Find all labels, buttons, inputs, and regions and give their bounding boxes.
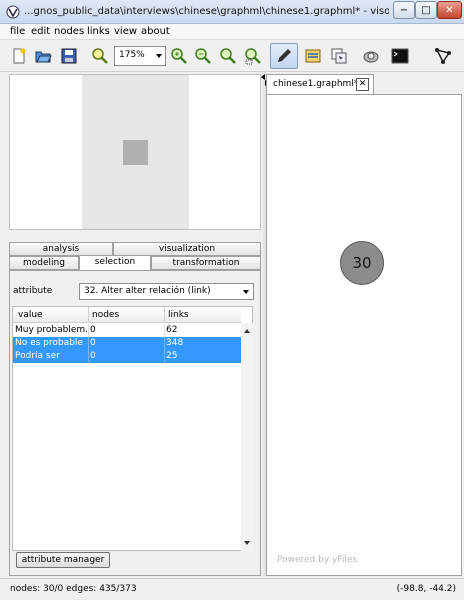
toolbar: 175% xyxy=(0,40,464,72)
network-button[interactable] xyxy=(432,45,454,67)
row-links: 62 xyxy=(166,325,178,335)
row-nodes: 0 xyxy=(90,351,96,361)
menu-bar: file edit nodes links view about xyxy=(0,24,464,40)
minimize-button[interactable]: − xyxy=(393,1,415,19)
layout-button[interactable] xyxy=(328,45,350,67)
graph-canvas[interactable]: 30 Powered by yFiles xyxy=(266,94,462,576)
column-header-value[interactable]: value xyxy=(18,310,43,320)
zoom-level-value: 175% xyxy=(119,50,145,60)
graph-node[interactable]: 30 xyxy=(340,241,384,285)
title-bar: ...gnos_public_data\interviews\chinese\g… xyxy=(0,0,464,24)
zoom-in-button[interactable] xyxy=(168,45,190,67)
zoom-in-icon xyxy=(171,48,187,64)
column-header-nodes[interactable]: nodes xyxy=(92,310,119,320)
document-tab-label: chinese1.graphml* xyxy=(273,79,359,89)
row-links: 25 xyxy=(166,351,178,361)
menu-view[interactable]: view xyxy=(114,26,137,37)
yfiles-watermark: Powered by yFiles xyxy=(277,555,358,565)
zoom-fit-icon xyxy=(92,48,108,64)
tab-selection[interactable]: selection xyxy=(79,255,151,270)
attribute-select[interactable]: 32. Alter alter relación (link) xyxy=(79,283,254,300)
layout-icon xyxy=(331,48,347,64)
properties-icon xyxy=(305,49,321,63)
row-nodes: 0 xyxy=(90,325,96,335)
zoom-out-icon xyxy=(195,48,211,64)
scroll-up-icon[interactable] xyxy=(244,329,250,333)
attribute-select-value: 32. Alter alter relación (link) xyxy=(84,286,211,296)
attribute-label: attribute xyxy=(13,286,53,296)
inspect-icon xyxy=(363,51,379,63)
scroll-down-icon[interactable] xyxy=(244,541,250,545)
menu-about[interactable]: about xyxy=(141,26,170,37)
graph-overview[interactable] xyxy=(9,74,261,230)
tab-transformation[interactable]: transformation xyxy=(151,256,261,270)
zoom-fit-button[interactable] xyxy=(89,45,111,67)
zoom-selection-icon xyxy=(245,48,261,65)
close-tab-button[interactable]: ✕ xyxy=(356,78,369,91)
pencil-icon xyxy=(278,49,291,62)
zoom-level-select[interactable]: 175% xyxy=(114,46,166,66)
inspect-button[interactable] xyxy=(360,45,382,67)
table-row[interactable]: No es probable 0 348 xyxy=(13,337,241,350)
document-tab[interactable]: chinese1.graphml* ✕ xyxy=(266,74,374,94)
zoom-reset-button[interactable] xyxy=(217,45,239,67)
open-folder-icon xyxy=(35,51,52,63)
table-header: value nodes links xyxy=(13,307,241,323)
status-coordinates: (-98.8, -44.2) xyxy=(396,584,456,594)
pencil-tool-button[interactable] xyxy=(270,43,298,69)
close-window-button[interactable]: ✕ xyxy=(437,1,462,19)
open-button[interactable] xyxy=(32,45,54,67)
maximize-button[interactable]: □ xyxy=(415,1,437,19)
attribute-manager-button[interactable]: attribute manager xyxy=(16,552,110,568)
column-header-links[interactable]: links xyxy=(168,310,189,320)
menu-edit[interactable]: edit xyxy=(31,26,50,37)
analysis-tabs: analysis visualization modeling selectio… xyxy=(9,242,261,270)
table-row[interactable]: Podría ser 0 25 xyxy=(13,350,241,363)
zoom-reset-icon xyxy=(220,48,236,64)
chevron-down-icon xyxy=(243,290,249,294)
chevron-down-icon xyxy=(156,54,162,58)
graph-node-label: 30 xyxy=(352,254,372,272)
window-title: ...gnos_public_data\interviews\chinese\g… xyxy=(24,6,389,17)
row-links: 348 xyxy=(166,338,184,348)
menu-links[interactable]: links xyxy=(87,26,110,37)
row-value: No es probable xyxy=(15,338,83,348)
tab-modeling[interactable]: modeling xyxy=(9,256,79,270)
zoom-selection-button[interactable] xyxy=(242,45,264,67)
table-row[interactable]: Muy probablem... 0 62 xyxy=(13,324,241,337)
value-table: value nodes links Muy probablem... 0 62 … xyxy=(12,306,253,551)
visone-app-icon xyxy=(6,5,20,19)
row-value: Muy probablem... xyxy=(15,325,87,335)
properties-button[interactable] xyxy=(302,45,324,67)
save-button[interactable] xyxy=(58,45,80,67)
row-value: Podría ser xyxy=(15,351,60,361)
zoom-out-button[interactable] xyxy=(192,45,214,67)
terminal-button[interactable] xyxy=(389,45,411,67)
terminal-icon xyxy=(391,48,409,64)
new-file-icon xyxy=(13,48,26,64)
new-file-button[interactable] xyxy=(8,45,30,67)
overview-node xyxy=(123,140,148,165)
menu-nodes[interactable]: nodes xyxy=(54,26,84,37)
status-bar: nodes: 30/0 edges: 435/373 (-98.8, -44.2… xyxy=(0,578,464,600)
menu-file[interactable]: file xyxy=(10,26,25,37)
status-counts: nodes: 30/0 edges: 435/373 xyxy=(10,584,137,594)
table-scrollbar[interactable] xyxy=(241,323,253,551)
row-nodes: 0 xyxy=(90,338,96,348)
network-icon xyxy=(435,48,451,64)
save-icon xyxy=(61,48,77,64)
tab-visualization[interactable]: visualization xyxy=(113,242,261,256)
tab-analysis[interactable]: analysis xyxy=(9,242,113,256)
